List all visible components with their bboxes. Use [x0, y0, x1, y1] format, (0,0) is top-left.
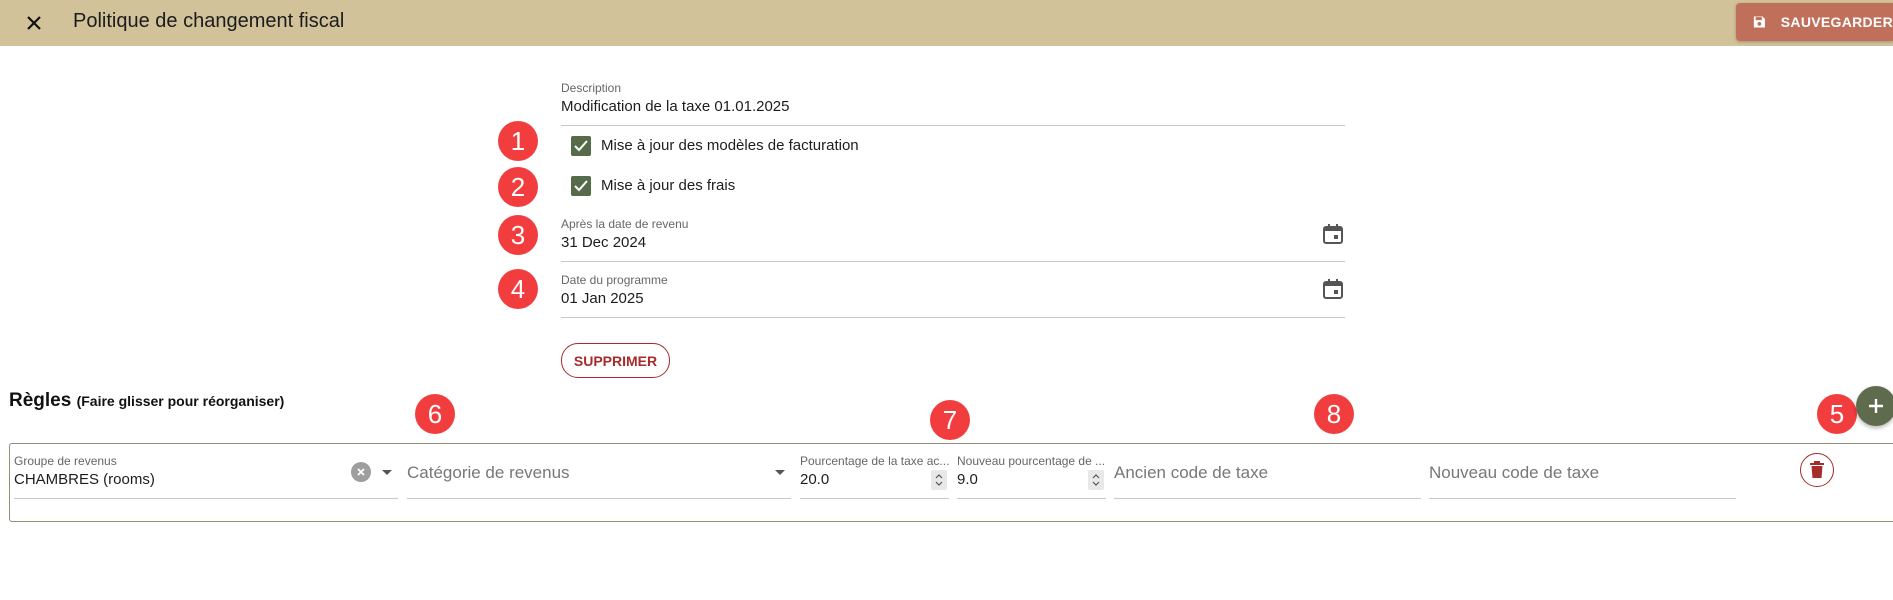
new-tax-percent-label: Nouveau pourcentage de ... — [957, 454, 1106, 468]
new-tax-percent-stepper[interactable] — [1088, 470, 1104, 490]
close-button[interactable] — [20, 9, 48, 37]
old-tax-code-placeholder: Ancien code de taxe — [1114, 463, 1269, 482]
update-fees-checkbox[interactable] — [571, 176, 591, 196]
add-rule-button[interactable] — [1856, 386, 1893, 426]
checkmark-icon — [574, 180, 588, 192]
new-tax-code-input[interactable]: Nouveau code de taxe — [1429, 451, 1736, 499]
description-value: Modification de la taxe 01.01.2025 — [561, 98, 790, 115]
new-tax-percent-value: 9.0 — [957, 471, 978, 488]
step-marker-1: 1 — [498, 121, 538, 161]
new-tax-code-placeholder: Nouveau code de taxe — [1429, 463, 1600, 482]
update-billing-templates-label: Mise à jour des modèles de facturation — [601, 137, 859, 154]
page-title: Politique de changement fiscal — [73, 10, 345, 32]
rules-subtitle: (Faire glisser pour réorganiser) — [76, 393, 285, 409]
calendar-icon[interactable] — [1321, 222, 1345, 246]
description-label: Description — [561, 81, 622, 95]
after-revenue-date-value: 31 Dec 2024 — [561, 234, 647, 251]
revenue-group-value: CHAMBRES (rooms) — [14, 471, 155, 488]
revenue-group-label: Groupe de revenus — [14, 454, 117, 468]
update-billing-templates-checkbox[interactable] — [571, 136, 591, 156]
checkmark-icon — [574, 140, 588, 152]
calendar-icon[interactable] — [1321, 277, 1345, 301]
step-marker-4: 4 — [498, 269, 538, 309]
step-marker-3: 3 — [498, 215, 538, 255]
step-marker-5: 5 — [1817, 394, 1857, 434]
revenue-category-select[interactable]: Catégorie de revenus — [407, 451, 791, 499]
step-marker-6: 6 — [415, 394, 455, 434]
step-marker-8: 8 — [1314, 394, 1354, 434]
current-tax-percent-label: Pourcentage de la taxe ac... — [800, 454, 950, 468]
update-fees-label: Mise à jour des frais — [601, 177, 736, 194]
schedule-date-label: Date du programme — [561, 273, 668, 287]
revenue-category-placeholder: Catégorie de revenus — [407, 463, 570, 482]
current-tax-percent-stepper[interactable] — [931, 470, 947, 490]
description-field[interactable]: Description Modification de la taxe 01.0… — [561, 78, 1345, 126]
rules-title: Règles — [9, 390, 72, 411]
save-button[interactable]: SAUVEGARDER — [1736, 3, 1893, 41]
step-marker-2: 2 — [498, 167, 538, 207]
floppy-disk-icon — [1753, 16, 1765, 28]
clear-icon[interactable] — [351, 462, 371, 482]
chevron-down-icon[interactable] — [775, 470, 785, 475]
plus-icon — [1869, 399, 1883, 413]
save-button-label: SAUVEGARDER — [1780, 14, 1893, 30]
rules-heading: Règles (Faire glisser pour réorganiser) — [9, 390, 284, 412]
trash-icon — [1810, 461, 1824, 478]
schedule-date-value: 01 Jan 2025 — [561, 290, 644, 307]
chevron-down-icon[interactable] — [382, 470, 392, 475]
new-tax-percent-input[interactable]: Nouveau pourcentage de ... 9.0 — [957, 451, 1106, 499]
after-revenue-date-field[interactable]: Après la date de revenu 31 Dec 2024 — [561, 215, 1345, 262]
after-revenue-date-label: Après la date de revenu — [561, 217, 689, 231]
step-marker-7: 7 — [930, 400, 970, 440]
current-tax-percent-input[interactable]: Pourcentage de la taxe ac... 20.0 — [800, 451, 949, 499]
delete-rule-button[interactable] — [1800, 453, 1834, 487]
old-tax-code-input[interactable]: Ancien code de taxe — [1114, 451, 1421, 499]
app-header: Politique de changement fiscal SAUVEGARD… — [0, 0, 1893, 46]
close-icon — [27, 16, 41, 30]
schedule-date-field[interactable]: Date du programme 01 Jan 2025 — [561, 271, 1345, 318]
delete-button[interactable]: SUPPRIMER — [561, 343, 670, 378]
revenue-group-select[interactable]: Groupe de revenus CHAMBRES (rooms) — [14, 451, 398, 499]
current-tax-percent-value: 20.0 — [800, 471, 830, 488]
